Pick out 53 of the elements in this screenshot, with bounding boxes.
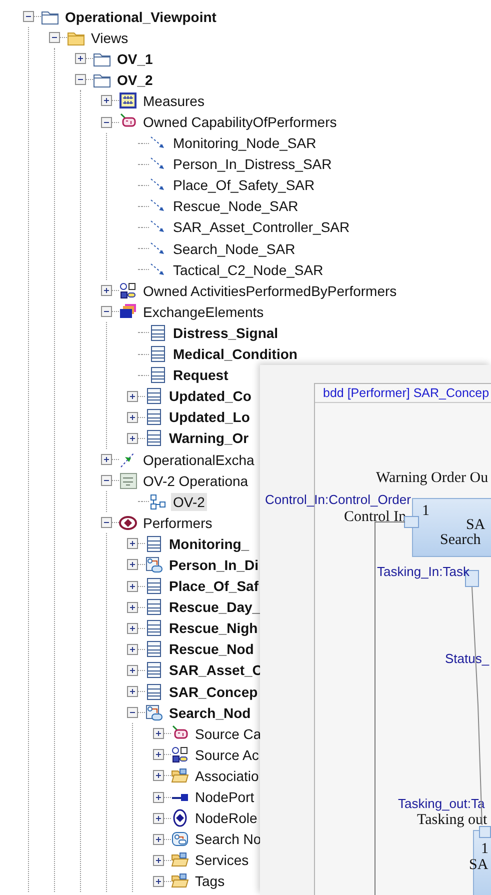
tree-item[interactable]: Distress_Signal bbox=[171, 324, 280, 342]
diagram-title: bdd [Performer] SAR_Concep bbox=[315, 384, 491, 403]
tree-item[interactable]: SAR_Asset_C bbox=[167, 661, 264, 680]
tree-item[interactable]: Rescue_Day_ bbox=[167, 598, 262, 616]
tree-item[interactable]: Search_Nod bbox=[167, 704, 253, 722]
multiplicity-label: 1 bbox=[422, 504, 430, 519]
tree-item[interactable]: Views bbox=[89, 28, 130, 47]
tree-item[interactable]: Medical_Condition bbox=[171, 345, 300, 364]
tree-item[interactable]: OV_2 bbox=[115, 70, 155, 89]
tree-item[interactable]: Search No bbox=[193, 830, 264, 848]
block-name: SA bbox=[466, 518, 486, 533]
tree-item[interactable]: Associatio bbox=[193, 766, 261, 785]
tree-item[interactable]: Rescue_Nod bbox=[167, 640, 256, 658]
port-role-label: Tasking_out:Ta bbox=[398, 797, 485, 810]
tree-item[interactable]: OV-2 Operationa bbox=[141, 472, 250, 490]
tree-item[interactable]: Search_Node_SAR bbox=[171, 240, 298, 258]
block-name: Search bbox=[440, 533, 481, 548]
block-name: SA bbox=[469, 858, 488, 873]
tree-item[interactable]: NodeRole bbox=[193, 809, 260, 828]
tree-item[interactable]: ExchangeElements bbox=[141, 302, 266, 321]
port-role-label: Control_In:Control_Order bbox=[265, 493, 411, 506]
tree-item[interactable]: Monitoring_Node_SAR bbox=[171, 134, 318, 152]
tree-item[interactable]: Person_In_Di bbox=[167, 556, 260, 574]
tree-item[interactable]: Tags bbox=[193, 872, 227, 890]
tree-item[interactable]: OperationalExcha bbox=[141, 450, 256, 469]
tree-item[interactable]: NodePort bbox=[193, 788, 256, 806]
port-role-label: Tasking_In:Task bbox=[377, 565, 470, 578]
tree-item[interactable]: Owned ActivitiesPerformedByPerformers bbox=[141, 282, 399, 300]
port-label: Warning Order Ou bbox=[376, 471, 488, 486]
tree-item[interactable]: Services bbox=[193, 851, 251, 870]
tree-item[interactable]: Updated_Co bbox=[167, 387, 254, 406]
tree-item[interactable]: SAR_Asset_Controller_SAR bbox=[171, 218, 352, 236]
tree-item[interactable]: Performers bbox=[141, 514, 214, 532]
tree-item[interactable]: Tactical_C2_Node_SAR bbox=[171, 260, 326, 279]
multiplicity-label: 1 bbox=[481, 842, 488, 857]
tree-item[interactable]: SAR_Concep bbox=[167, 682, 260, 701]
tree-item[interactable]: Warning_Or bbox=[167, 429, 251, 448]
tree-item[interactable]: Place_Of_Safety_SAR bbox=[171, 176, 317, 194]
tree-item[interactable]: Operational_Viewpoint bbox=[63, 8, 218, 26]
tree-item[interactable]: OV-2 bbox=[171, 492, 207, 511]
tree-item[interactable]: Monitoring_ bbox=[167, 534, 252, 553]
tree-item[interactable]: Place_Of_Saf bbox=[167, 577, 260, 596]
tree-item[interactable]: Rescue_Nigh bbox=[167, 619, 260, 638]
tree-item[interactable]: Updated_Lo bbox=[167, 408, 252, 426]
tree-item[interactable]: Measures bbox=[141, 92, 206, 110]
tree-item[interactable]: Source Ca bbox=[193, 724, 264, 743]
tree-item[interactable]: Person_In_Distress_SAR bbox=[171, 155, 334, 174]
tree-item[interactable]: Source Ac bbox=[193, 746, 261, 764]
port-role-label: Status_ bbox=[445, 652, 490, 665]
tree-item[interactable]: OV_1 bbox=[115, 50, 155, 68]
tree-item[interactable]: Request bbox=[171, 366, 230, 384]
tree-item[interactable]: Owned CapabilityOfPerformers bbox=[141, 113, 339, 132]
tree-item[interactable]: Rescue_Node_SAR bbox=[171, 197, 300, 216]
